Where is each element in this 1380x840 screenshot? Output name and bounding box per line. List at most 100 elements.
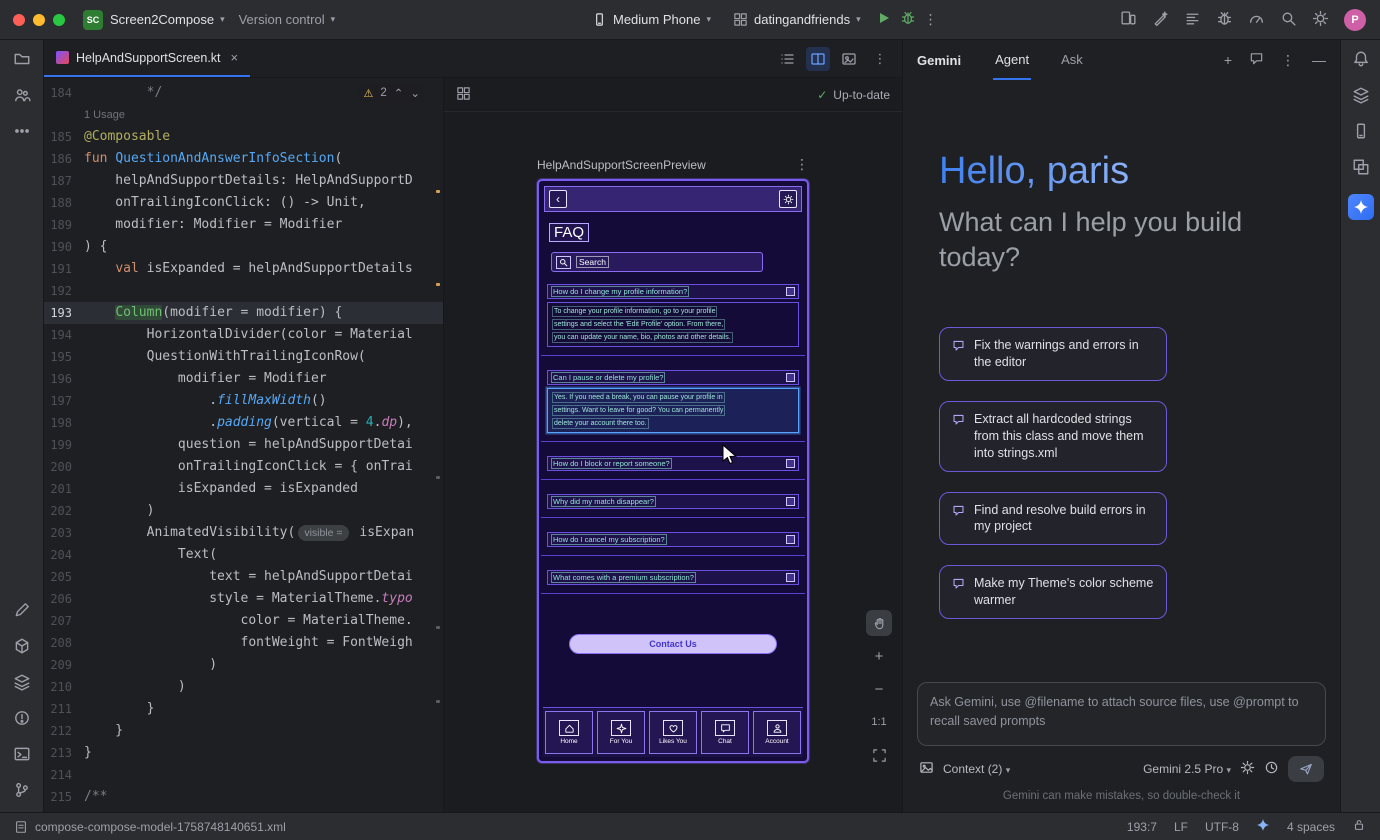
line-separator[interactable]: LF bbox=[1174, 820, 1188, 834]
project-tool-icon[interactable] bbox=[13, 50, 31, 71]
code-line[interactable]: 195 QuestionWithTrailingIconRow( bbox=[44, 346, 443, 368]
running-devices-icon[interactable] bbox=[1352, 122, 1370, 143]
code-line[interactable]: 212 } bbox=[44, 720, 443, 742]
ai-status-icon[interactable] bbox=[1256, 818, 1270, 835]
indent-setting[interactable]: 4 spaces bbox=[1287, 820, 1335, 834]
faq-item[interactable]: Can I pause or delete my profile?Yes. If… bbox=[547, 370, 799, 442]
run-configuration-selector[interactable]: datingandfriends▾ bbox=[726, 8, 868, 31]
tab-agent[interactable]: Agent bbox=[993, 40, 1031, 80]
code-line[interactable]: 191 val isExpanded = helpAndSupportDetai… bbox=[44, 258, 443, 280]
suggestion-card[interactable]: Fix the warnings and errors in the edito… bbox=[939, 327, 1167, 381]
code-line[interactable]: 194 HorizontalDivider(color = Material bbox=[44, 324, 443, 346]
readonly-lock-icon[interactable] bbox=[1352, 818, 1366, 835]
code-line[interactable]: 208 fontWeight = FontWeigh bbox=[44, 632, 443, 654]
code-line[interactable]: 187 helpAndSupportDetails: HelpAndSuppor… bbox=[44, 170, 443, 192]
faq-item[interactable]: How do I cancel my subscription? bbox=[547, 532, 799, 556]
code-line[interactable]: 188 onTrailingIconClick: () -> Unit, bbox=[44, 192, 443, 214]
preview-canvas[interactable]: HelpAndSupportScreenPreview ⋮ ‹ FAQ bbox=[444, 112, 902, 812]
code-line[interactable]: 197 .fillMaxWidth() bbox=[44, 390, 443, 412]
wf-search-field[interactable]: Search bbox=[551, 252, 763, 272]
code-line[interactable]: 189 modifier: Modifier = Modifier bbox=[44, 214, 443, 236]
code-line[interactable]: 213} bbox=[44, 742, 443, 764]
settings-button[interactable] bbox=[1312, 10, 1329, 30]
gemini-prompt-input[interactable]: Ask Gemini, use @filename to attach sour… bbox=[917, 682, 1326, 746]
zoom-window-button[interactable] bbox=[53, 14, 65, 26]
user-avatar[interactable]: P bbox=[1344, 9, 1366, 31]
code-line[interactable]: 200 onTrailingIconClick = { onTrai bbox=[44, 456, 443, 478]
device-selector[interactable]: Medium Phone▾ bbox=[585, 8, 718, 31]
device-explorer-icon[interactable] bbox=[1352, 86, 1370, 107]
wf-top-app-bar[interactable]: ‹ bbox=[544, 186, 802, 212]
layout-inspector-icon[interactable] bbox=[1352, 158, 1370, 179]
project-selector[interactable]: Screen2Compose▾ bbox=[103, 8, 232, 31]
nav-item-home[interactable]: Home bbox=[545, 711, 593, 754]
code-line[interactable]: 204 Text( bbox=[44, 544, 443, 566]
code-line[interactable]: 206 style = MaterialTheme.typo bbox=[44, 588, 443, 610]
tab-ask[interactable]: Ask bbox=[1059, 40, 1085, 80]
version-control-icon[interactable] bbox=[13, 781, 31, 802]
tab-options-icon[interactable]: ⋮ bbox=[868, 47, 892, 71]
debug-button[interactable] bbox=[900, 10, 916, 29]
new-chat-icon[interactable]: + bbox=[1224, 52, 1232, 68]
contact-us-button[interactable]: Contact Us bbox=[569, 634, 777, 654]
model-selector[interactable]: Gemini 2.5 Pro ▾ bbox=[1143, 762, 1231, 776]
suggestion-card[interactable]: Find and resolve build errors in my proj… bbox=[939, 492, 1167, 546]
terminal-icon[interactable] bbox=[13, 745, 31, 766]
expand-icon[interactable] bbox=[786, 373, 795, 382]
zoom-in-button[interactable]: + bbox=[866, 643, 892, 669]
app-inspection-icon[interactable] bbox=[1216, 10, 1233, 30]
expand-icon[interactable] bbox=[786, 535, 795, 544]
gemini-tool-icon[interactable] bbox=[1348, 194, 1374, 220]
dependencies-icon[interactable] bbox=[13, 673, 31, 694]
code-line[interactable]: 203 AnimatedVisibility(visible = isExpan bbox=[44, 522, 443, 544]
file-tab[interactable]: HelpAndSupportScreen.kt × bbox=[44, 40, 250, 77]
file-encoding[interactable]: UTF-8 bbox=[1205, 820, 1239, 834]
faq-answer-selected[interactable]: Yes. If you need a break, you can pause … bbox=[547, 388, 799, 433]
run-button[interactable] bbox=[876, 10, 892, 29]
problems-icon[interactable] bbox=[13, 709, 31, 730]
pull-requests-icon[interactable] bbox=[13, 86, 31, 107]
zoom-out-button[interactable]: − bbox=[866, 676, 892, 702]
logcat-icon[interactable] bbox=[1184, 10, 1201, 30]
gemini-settings-icon[interactable] bbox=[1240, 760, 1255, 778]
preview-gallery-icon[interactable] bbox=[456, 86, 471, 104]
pan-tool-button[interactable] bbox=[866, 610, 892, 636]
design-tools-icon[interactable] bbox=[13, 601, 31, 622]
close-tab-icon[interactable]: × bbox=[231, 50, 239, 65]
code-line[interactable]: 209 ) bbox=[44, 654, 443, 676]
code-line[interactable]: 1 Usage bbox=[44, 104, 443, 126]
code-line[interactable]: 211 } bbox=[44, 698, 443, 720]
code-line[interactable]: 205 text = helpAndSupportDetai bbox=[44, 566, 443, 588]
faq-item[interactable]: How do I change my profile information?T… bbox=[547, 284, 799, 356]
faq-item[interactable]: How do I block or report someone? bbox=[547, 456, 799, 480]
code-line[interactable]: 214 bbox=[44, 764, 443, 786]
code-line[interactable]: 201 isExpanded = isExpanded bbox=[44, 478, 443, 500]
context-selector[interactable]: Context (2) ▾ bbox=[943, 762, 1010, 776]
faq-item[interactable]: Why did my match disappear? bbox=[547, 494, 799, 518]
code-line[interactable]: 196 modifier = Modifier bbox=[44, 368, 443, 390]
faq-item[interactable]: What comes with a premium subscription? bbox=[547, 570, 799, 594]
preview-phone-frame[interactable]: ‹ FAQ Search How do I change my profile … bbox=[537, 179, 809, 763]
design-view-icon[interactable] bbox=[837, 47, 861, 71]
code-line[interactable]: 215/** bbox=[44, 786, 443, 808]
panel-options-icon[interactable]: ⋮ bbox=[1281, 52, 1295, 69]
next-warning-icon[interactable]: ⌄ bbox=[410, 86, 420, 100]
hide-panel-icon[interactable]: — bbox=[1312, 52, 1326, 68]
nav-item-likes-you[interactable]: Likes You bbox=[649, 711, 697, 754]
code-line[interactable]: 185@Composable bbox=[44, 126, 443, 148]
suggestion-card[interactable]: Extract all hardcoded strings from this … bbox=[939, 401, 1167, 472]
search-everywhere-button[interactable] bbox=[1280, 10, 1297, 30]
nav-item-chat[interactable]: Chat bbox=[701, 711, 749, 754]
profiler-icon[interactable] bbox=[1248, 10, 1265, 30]
attach-image-icon[interactable] bbox=[919, 760, 934, 778]
code-editor[interactable]: 184 */1 Usage185@Composable186fun Questi… bbox=[44, 78, 444, 812]
code-line[interactable]: 207 color = MaterialTheme. bbox=[44, 610, 443, 632]
faq-answer[interactable]: To change your profile information, go t… bbox=[547, 302, 799, 347]
expand-icon[interactable] bbox=[786, 287, 795, 296]
expand-icon[interactable] bbox=[786, 459, 795, 468]
code-line[interactable]: 190) { bbox=[44, 236, 443, 258]
chat-history-icon[interactable] bbox=[1249, 51, 1264, 69]
code-line[interactable]: 199 question = helpAndSupportDetai bbox=[44, 434, 443, 456]
nav-item-for-you[interactable]: For You bbox=[597, 711, 645, 754]
code-line[interactable]: 192 bbox=[44, 280, 443, 302]
